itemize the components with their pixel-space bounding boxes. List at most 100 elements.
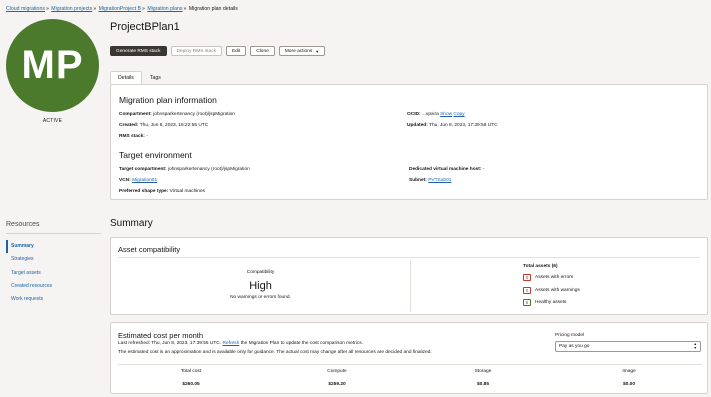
breadcrumb-separator: » [141,6,145,12]
more-actions-button[interactable]: More actions ▼ [278,46,326,56]
ocid-copy-link[interactable]: Copy [453,112,464,117]
created-value: Thu, Jun 8, 2023, 16:22:55 UTC [139,123,209,128]
dvmh-value: - [482,167,485,172]
resources-item-target-assets[interactable]: Target assets [6,267,52,280]
breadcrumb-migration-projects[interactable]: Migration projects [51,6,92,12]
cost-column-value: $260.05 [182,382,200,387]
resources-item-summary[interactable]: Summary [6,240,52,254]
target-compartment-label: Target compartment: [119,167,167,172]
breadcrumb-current: Migration plan details [188,6,238,12]
select-arrows-icon: ▲ ▼ [693,342,697,350]
breadcrumb-separator: » [183,6,187,12]
avatar: MP [6,19,99,112]
subnet-link[interactable]: PVTSub01 [428,178,451,183]
healthy-count-badge: 6 [523,299,531,306]
created-field: Created: Thu, Jun 8, 2023, 16:22:55 UTC [119,123,208,128]
cost-column-compute: Compute $259.20 [264,365,410,387]
rms-stack-value: - [146,134,148,139]
tab-details[interactable]: Details [110,71,142,84]
cost-column-header: Image [622,369,636,374]
compatibility-label: Compatibility [246,270,275,275]
caret-down-icon: ▼ [315,48,320,54]
generate-rms-stack-button[interactable]: Generate RMS stack [110,46,167,56]
ocid-value: ...vpxira [421,112,439,117]
ocid-field: OCID: ...vpxira Show Copy [407,112,465,117]
dvmh-field: Dedicated virtual machine host: - [409,167,484,172]
rms-stack-field: RMS stack: - [119,134,148,139]
rms-stack-label: RMS stack: [119,134,145,139]
breadcrumb-cloud-migrations[interactable]: Cloud migrations [6,6,45,12]
warnings-label: Assets with warnings [535,288,580,293]
cost-column-value: $259.20 [328,382,346,387]
details-panel: Migration plan information Compartment: … [110,84,708,200]
cost-table: Total cost $260.05 Compute $259.20 Stora… [118,364,702,392]
last-refreshed-prefix: Last refreshed: Thu, Jun 8, 2023, 17:39:… [118,341,222,346]
total-assets-label: Total assets (6) [523,264,558,269]
created-label: Created: [119,123,139,128]
updated-value: Thu, Jun 8, 2023, 17:39:56 UTC [429,123,498,128]
resources-item-work-requests[interactable]: Work requests [6,293,52,306]
healthy-row: 6 Healthy assets [523,299,566,306]
compartment-label: Compartment: [119,112,152,117]
breadcrumb-migration-project[interactable]: MigrationProject B [99,6,141,12]
cost-column-total: Total cost $260.05 [118,365,264,387]
pricing-model-label: Pricing model [555,333,585,338]
subnet-label: Subnet: [409,178,427,183]
compatibility-note: No warnings or errors found. [230,295,291,300]
cost-column-image: Image $0.00 [556,365,702,387]
errors-count-badge: 0 [523,274,531,281]
cost-disclaimer: The estimated cost is an approximation a… [118,350,432,355]
last-refreshed-text: Last refreshed: Thu, Jun 8, 2023, 17:39:… [118,341,363,346]
subnet-field: Subnet: PVTSub01 [409,178,451,183]
target-compartment-value: johnsparkertenancy (root)/jspMigration [167,167,250,172]
last-refreshed-suffix: the Migration Plan to update the cost co… [240,341,363,346]
errors-row: 0 Assets with errors [523,274,573,281]
ocid-label: OCID: [407,112,421,117]
resources-item-strategies[interactable]: Strategies [6,253,52,266]
cost-column-header: Compute [327,369,347,374]
dvmh-label: Dedicated virtual machine host: [409,167,482,172]
tab-bar: Details Tags [110,71,169,84]
divider [118,257,700,258]
shape-field: Preferred shape type: Virtual machines [119,189,205,194]
estimated-cost-heading: Estimated cost per month [118,331,204,340]
clone-button[interactable]: Clone [250,46,275,56]
asset-compatibility-heading: Asset compatibility [118,245,181,254]
pricing-model-value: Pay as you go [559,344,590,349]
vcn-link[interactable]: Migration01 [132,178,157,183]
status-label: ACTIVE [42,118,63,124]
breadcrumb-separator: » [45,6,49,12]
page-title: ProjectBPlan1 [110,21,180,33]
compatibility-value: High [249,280,272,292]
breadcrumb-separator: » [93,6,97,12]
healthy-label: Healthy assets [535,300,567,305]
pricing-model-select[interactable]: Pay as you go ▲ ▼ [555,341,701,352]
compartment-field: Compartment: johnsparkertenancy (root)/j… [119,112,235,117]
resources-item-created-resources[interactable]: Created resources [6,280,52,293]
estimated-cost-panel: Estimated cost per month Last refreshed:… [110,322,708,394]
edit-button[interactable]: Edit [225,46,247,56]
asset-compatibility-panel: Asset compatibility Compatibility High N… [110,237,708,315]
divider [6,233,101,234]
cost-column-storage: Storage $0.85 [410,365,556,387]
cost-column-value: $0.00 [622,382,635,387]
breadcrumb-migration-plans[interactable]: Migration plans [147,6,182,12]
errors-label: Assets with errors [535,275,574,280]
cost-column-header: Total cost [180,369,202,374]
tab-tags[interactable]: Tags [142,71,169,84]
resources-nav: Summary Strategies Target assets Created… [6,240,52,306]
ocid-show-link[interactable]: Show [440,112,452,117]
compartment-value: johnsparkertenancy (root)/jspMigration [153,112,235,117]
warnings-row: 0 Assets with warnings [523,287,580,294]
refresh-link[interactable]: Refresh [222,341,239,346]
shape-value: Virtual machines [169,189,206,194]
action-bar: Generate RMS stack Deploy RMS stack Edit… [110,46,326,56]
target-compartment-field: Target compartment: johnsparkertenancy (… [119,167,250,172]
updated-field: Updated: Thu, Jun 8, 2023, 17:39:56 UTC [407,123,498,128]
target-env-heading: Target environment [119,150,192,160]
breadcrumb: Cloud migrations» Migration projects» Mi… [6,6,238,12]
deploy-rms-stack-button[interactable]: Deploy RMS stack [170,46,222,56]
resources-heading: Resources [6,221,40,228]
shape-label: Preferred shape type: [119,189,169,194]
vcn-field: VCN: Migration01 [119,178,157,183]
